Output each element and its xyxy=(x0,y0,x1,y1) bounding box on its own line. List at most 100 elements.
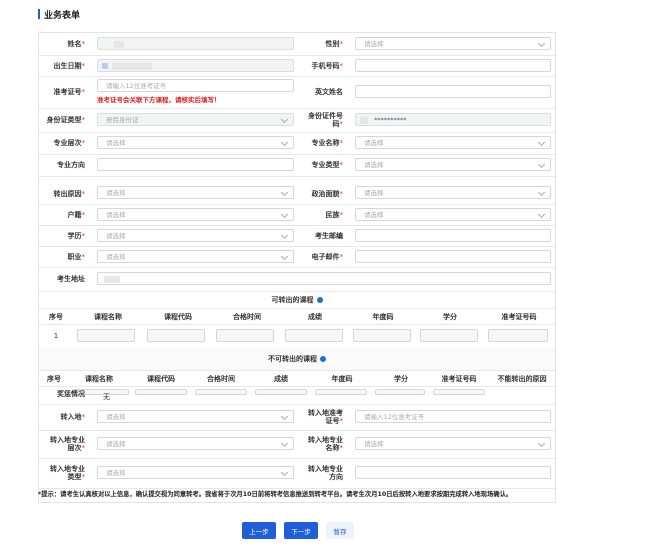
submission-tip: *提示：请考生认真核对以上信息，确认提交视为同意转考。我省将于次月10日前将转考… xyxy=(38,491,513,498)
dest-level-select[interactable]: 请选择 xyxy=(97,437,294,450)
row-name-gender: 姓名 * 性别 * 请选择 xyxy=(39,33,555,56)
row-idtype-idno: 身份证类型 * 居民身份证 身份证件号 码* ********** xyxy=(39,108,555,133)
th-index: 序号 xyxy=(49,313,63,321)
cell-credit[interactable] xyxy=(420,329,478,342)
row-reason-political: 转出原因 * 请选择 政治面貌 * 请选择 xyxy=(39,176,555,205)
th-exam-no: 准考证号码 xyxy=(441,375,477,383)
major-type-label: 专业类型 * xyxy=(311,161,344,169)
th-credit: 学分 xyxy=(394,375,408,383)
idtype-label: 身份证类型 * xyxy=(46,116,86,124)
th-pass-time: 合格时间 xyxy=(233,313,261,321)
dest-select[interactable]: 请选择 xyxy=(97,410,294,423)
dest-major-select[interactable]: 请选择 xyxy=(355,437,551,450)
row-job-email: 职业 * 请选择 电子邮件 * xyxy=(39,246,555,268)
job-label: 职业 * xyxy=(67,252,86,261)
english-name-label: 英文姓名 xyxy=(315,88,343,96)
political-select[interactable]: 请选择 xyxy=(355,186,551,199)
dest-type-select[interactable]: 请选择 xyxy=(97,466,294,479)
th-score: 成绩 xyxy=(308,313,322,321)
th-course-code: 课程代码 xyxy=(164,313,192,321)
major-name-select[interactable]: 请选择 xyxy=(355,136,551,149)
level-label: 专业层次 * xyxy=(53,139,86,147)
business-form: 姓名 * 性别 * 请选择 出生日期 * 手机号码 * 准考证号 * 请输入12位准考证号… xyxy=(38,32,556,503)
page-title-block: 业务表单 xyxy=(38,8,81,21)
dest-type-label: 转入地专业 类型* xyxy=(50,465,85,481)
exam-label: 准考证号 * xyxy=(53,88,86,96)
cell-year-code[interactable] xyxy=(353,329,411,342)
hukou-label: 户籍 * xyxy=(67,210,86,219)
dest-dir-label: 转入地专业 方向 xyxy=(308,465,343,481)
chevron-down-icon xyxy=(537,188,546,197)
english-name-input[interactable] xyxy=(355,85,551,98)
row-hukou-ethnic: 户籍 * 请选择 民族 * 请选择 xyxy=(39,204,555,226)
gender-select[interactable]: 请选择 xyxy=(355,37,551,50)
non-transferable-title: 不可转出的课程 xyxy=(39,348,555,371)
hukou-select[interactable]: 请选择 xyxy=(97,208,294,221)
calendar-icon xyxy=(102,63,108,69)
chevron-down-icon xyxy=(537,210,546,219)
idno-label: 身份证件号 码* xyxy=(308,112,343,128)
birth-input[interactable] xyxy=(97,59,294,72)
phone-label: 手机号码 * xyxy=(311,61,344,70)
major-type-select[interactable]: 请选择 xyxy=(355,158,551,171)
th-index: 序号 xyxy=(47,375,61,383)
idno-input: ********** xyxy=(355,113,551,126)
info-icon[interactable] xyxy=(320,356,326,362)
page-title: 业务表单 xyxy=(44,10,81,21)
dest-label: 转入地 * xyxy=(60,413,86,421)
dest-dir-input[interactable] xyxy=(355,466,551,479)
chevron-down-icon xyxy=(537,138,546,147)
job-select[interactable]: 请选择 xyxy=(97,250,294,263)
prev-step-button[interactable]: 上一步 xyxy=(242,522,276,539)
row-direction-type: 专业方向 专业类型 * 请选择 xyxy=(39,154,555,177)
row-dest-type-dir: 转入地专业 类型* 请选择 转入地专业 方向 xyxy=(39,458,555,489)
email-input[interactable] xyxy=(355,250,551,263)
reason-select[interactable]: 请选择 xyxy=(97,186,294,199)
name-input[interactable] xyxy=(97,37,294,50)
row-exam-english: 准考证号 * 请输入12位准考证号 准考证号会关联下方课程，请核实后填写！ 英文姓… xyxy=(39,76,555,109)
save-draft-button[interactable]: 暂存 xyxy=(326,522,354,539)
level-select[interactable]: 请选择 xyxy=(97,136,294,149)
th-score: 成绩 xyxy=(274,375,288,383)
cell-pass-time[interactable] xyxy=(216,329,274,342)
dest-exam-input[interactable]: 请输入12位准考证号 xyxy=(355,410,551,423)
idtype-select: 居民身份证 xyxy=(97,113,294,126)
info-icon[interactable] xyxy=(316,296,323,303)
transferable-header-row: 序号 课程名称 课程代码 合格时间 成绩 年度码 学分 准考证号码 xyxy=(39,308,555,325)
address-label: 考生地址 xyxy=(57,275,85,283)
major-name-label: 专业名称 * xyxy=(311,139,344,147)
row-edu-zip: 学历 * 请选择 考生邮编 xyxy=(39,225,555,247)
dest-major-label: 转入地专业 名称* xyxy=(308,436,343,452)
dest-exam-label: 转入地准考 证号* xyxy=(308,409,343,425)
th-exam-no: 准考证号码 xyxy=(501,313,537,321)
th-course-name: 课程名称 xyxy=(94,313,122,321)
th-year-code: 年度码 xyxy=(331,375,353,383)
gender-label: 性别 * xyxy=(325,40,344,48)
cell-course-code[interactable] xyxy=(147,329,205,342)
row-birth-phone: 出生日期 * 手机号码 * xyxy=(39,55,555,77)
next-step-button[interactable]: 下一步 xyxy=(284,522,318,539)
chevron-down-icon xyxy=(537,160,546,169)
edu-select[interactable]: 请选择 xyxy=(97,229,294,242)
table-row: 1 xyxy=(39,324,555,349)
exam-number-input[interactable]: 请输入12位准考证号 xyxy=(97,79,294,92)
dest-level-label: 转入地专业 层次* xyxy=(50,436,85,452)
direction-input[interactable] xyxy=(97,158,294,171)
cell-score[interactable] xyxy=(285,329,343,342)
phone-input[interactable] xyxy=(355,59,551,72)
th-reason: 不能转出的原因 xyxy=(497,375,547,383)
cell-exam-no[interactable] xyxy=(488,329,548,342)
non-transferable-header-row: 序号 课程名称 课程代码 合格时间 成绩 年度码 学分 准考证号码 不能转出的原… xyxy=(39,370,555,387)
address-input[interactable] xyxy=(97,272,551,285)
zip-input[interactable] xyxy=(355,229,551,242)
th-pass-time: 合格时间 xyxy=(207,375,235,383)
cell-course-name[interactable] xyxy=(77,329,135,342)
chevron-down-icon xyxy=(537,439,546,448)
row-index: 1 xyxy=(53,332,59,340)
row-dest-level-major: 转入地专业 层次* 请选择 转入地专业 名称* 请选择 xyxy=(39,430,555,459)
ethnic-select[interactable]: 请选择 xyxy=(355,208,551,221)
title-accent-bar xyxy=(38,9,40,19)
row-address: 考生地址 xyxy=(39,267,555,292)
transferable-title: 可转出的课程 xyxy=(39,291,555,309)
punish-label: 奖惩情况 xyxy=(57,390,85,398)
